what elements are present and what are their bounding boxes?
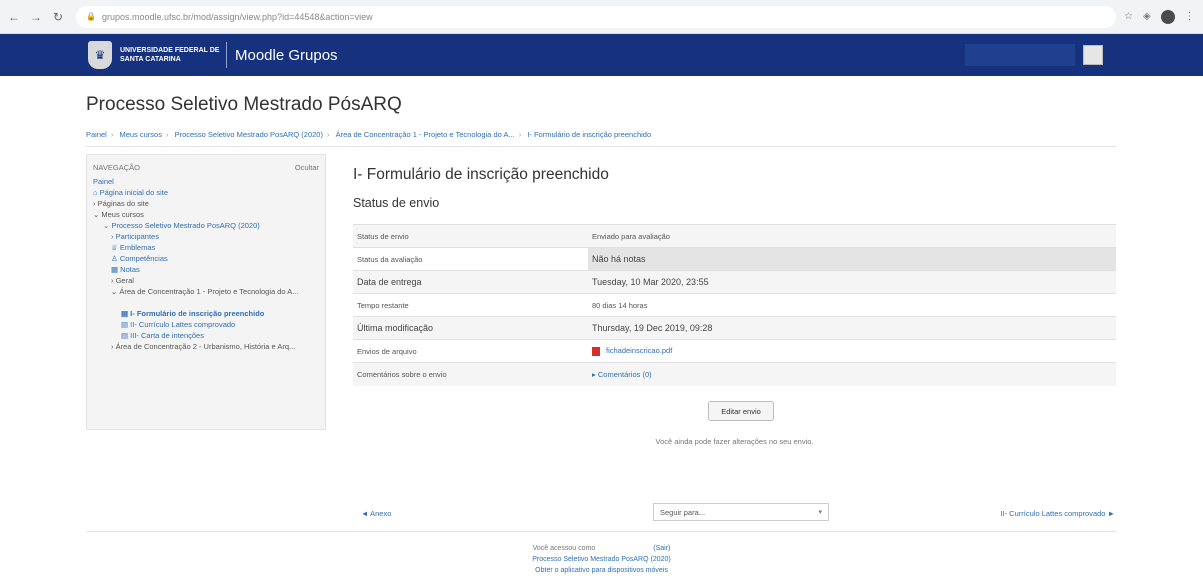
university-crest-icon[interactable]: ♛ <box>88 41 112 69</box>
mobile-app-link[interactable]: Obter o aplicativo para dispositivos móv… <box>0 565 1203 576</box>
breadcrumb-item[interactable]: I- Formulário de inscrição preenchido <box>527 130 651 139</box>
nav-item-dashboard[interactable]: Painel <box>93 176 319 187</box>
next-activity-link[interactable]: II- Currículo Lattes comprovado ► <box>1000 509 1115 518</box>
top-navbar: ♛ UNIVERSIDADE FEDERAL DE SANTA CATARINA… <box>0 34 1203 76</box>
header-divider <box>86 146 1116 147</box>
breadcrumb-item[interactable]: Processo Seletivo Mestrado PosARQ (2020) <box>175 130 323 139</box>
nav-item-area-1[interactable]: ⌄ Área de Concentração 1 - Projeto e Tec… <box>93 286 319 308</box>
nav-item-course[interactable]: ⌄ Processo Seletivo Mestrado PosARQ (202… <box>93 220 319 231</box>
nav-item-my-courses[interactable]: ⌄ Meus cursos <box>93 209 319 220</box>
assignment-icon: ▤ <box>121 331 131 340</box>
nav-item-form-active[interactable]: ▤ I- Formulário de inscrição preenchido <box>93 308 319 319</box>
row-label: Data de entrega <box>353 270 588 294</box>
table-row: Status da avaliação Não há notas <box>353 247 1116 271</box>
nav-item-grades[interactable]: ▦ Notas <box>93 264 319 275</box>
row-value: Enviado para avaliação <box>588 224 1116 248</box>
row-label: Envios de arquivo <box>353 339 588 363</box>
jump-to-label: Seguir para... <box>660 507 706 517</box>
breadcrumb-item[interactable]: Área de Concentração 1 - Projeto e Tecno… <box>336 130 515 139</box>
logout-link[interactable]: (Sair) <box>653 545 670 552</box>
back-icon[interactable]: ← <box>6 9 22 25</box>
user-avatar[interactable] <box>1083 45 1103 65</box>
address-bar[interactable]: 🔒 grupos.moodle.ufsc.br/mod/assign/view.… <box>76 5 1116 28</box>
forward-icon[interactable]: → <box>28 9 44 25</box>
comments-link[interactable]: Comentários (0) <box>598 370 652 379</box>
table-row: Última modificação Thursday, 19 Dec 2019… <box>353 316 1116 340</box>
url-text: grupos.moodle.ufsc.br/mod/assign/view.ph… <box>101 11 373 22</box>
nav-item-participants[interactable]: › Participantes <box>93 231 319 242</box>
grades-icon: ▦ <box>111 265 121 274</box>
table-row: Envios de arquivo fichadeinscricao.pdf <box>353 339 1116 363</box>
nav-item-competencies[interactable]: ♙ Competências <box>93 253 319 264</box>
row-label: Última modificação <box>353 316 588 340</box>
badge-icon: ♕ <box>111 243 120 252</box>
row-label: Tempo restante <box>353 293 588 317</box>
row-value: Não há notas <box>588 247 1116 271</box>
pdf-icon <box>592 346 600 356</box>
nav-item-badges[interactable]: ♕ Emblemas <box>93 242 319 253</box>
assignment-icon: ▤ <box>121 320 131 329</box>
comments-cell: ▸ Comentários (0) <box>588 362 1116 386</box>
navigation-heading: NAVEGAÇÃO <box>93 163 140 172</box>
browser-toolbar: ← → ↻ 🔒 grupos.moodle.ufsc.br/mod/assign… <box>0 0 1203 34</box>
file-submission-cell: fichadeinscricao.pdf <box>588 339 1116 363</box>
breadcrumb: Painel › Meus cursos › Processo Seletivo M… <box>86 130 652 139</box>
nav-item-area-2[interactable]: › Área de Concentração 2 - Urbanismo, Hi… <box>93 341 319 363</box>
row-label: Comentários sobre o envio <box>353 362 588 386</box>
jump-to-select[interactable]: Seguir para... ▾ <box>653 503 829 521</box>
submission-status-heading: Status de envio <box>353 196 440 210</box>
row-label: Status da avaliação <box>353 247 588 271</box>
star-icon[interactable]: ☆ <box>1124 11 1133 22</box>
row-value: 80 dias 14 horas <box>588 293 1116 317</box>
nav-item-lattes[interactable]: ▤ II- Currículo Lattes comprovado <box>93 319 319 330</box>
navbar-divider <box>226 42 227 68</box>
submitted-file-link[interactable]: fichadeinscricao.pdf <box>606 346 672 355</box>
extension-icon[interactable]: ◈ <box>1143 11 1151 22</box>
page-title: Processo Seletivo Mestrado PósARQ <box>86 94 402 115</box>
row-label: Status de envio <box>353 224 588 248</box>
footer-divider <box>86 531 1116 532</box>
lock-icon: 🔒 <box>86 12 96 21</box>
breadcrumb-item[interactable]: Meus cursos <box>119 130 162 139</box>
reload-icon[interactable]: ↻ <box>50 9 66 25</box>
footer-course-link[interactable]: Processo Seletivo Mestrado PosARQ (2020) <box>0 554 1203 565</box>
nav-item-site-home[interactable]: ⌂ Página inicial do site <box>93 187 319 198</box>
profile-avatar[interactable] <box>1160 9 1175 24</box>
home-icon: ⌂ <box>93 188 100 197</box>
assignment-icon: ▤ <box>121 309 131 318</box>
menu-icon[interactable]: ⋮ <box>1185 11 1195 22</box>
competency-icon: ♙ <box>111 254 120 263</box>
breadcrumb-item[interactable]: Painel <box>86 130 107 139</box>
row-value: Tuesday, 10 Mar 2020, 23:55 <box>588 270 1116 294</box>
logged-in-text: Você acessou como <box>532 545 596 552</box>
site-name[interactable]: Moodle Grupos <box>235 47 338 64</box>
submission-status-table: Status de envio Enviado para avaliação S… <box>353 224 1116 386</box>
nav-item-site-pages[interactable]: › Páginas do site <box>93 198 319 209</box>
dropdown-arrow-icon: ▾ <box>818 509 822 516</box>
table-row: Tempo restante 80 dias 14 horas <box>353 293 1116 317</box>
nav-item-general[interactable]: › Geral <box>93 275 319 286</box>
nav-item-letter[interactable]: ▤ III- Carta de intenções <box>93 330 319 341</box>
navigation-block: NAVEGAÇÃO Ocultar Painel ⌂ Página inicia… <box>86 154 326 430</box>
university-name: UNIVERSIDADE FEDERAL DE SANTA CATARINA <box>120 47 220 63</box>
table-row: Data de entrega Tuesday, 10 Mar 2020, 23… <box>353 270 1116 294</box>
assignment-heading: I- Formulário de inscrição preenchido <box>353 166 609 183</box>
page-footer: Você acessou como (Sair) Processo Seletiv… <box>0 543 1203 576</box>
submission-info-text: Você ainda pode fazer alterações no seu … <box>655 437 814 446</box>
previous-activity-link[interactable]: ◄ Anexo <box>361 509 391 518</box>
table-row: Comentários sobre o envio ▸ Comentários … <box>353 362 1116 386</box>
hide-block-link[interactable]: Ocultar <box>295 163 319 172</box>
table-row: Status de envio Enviado para avaliação <box>353 224 1116 248</box>
navbar-user-menu[interactable] <box>965 44 1075 66</box>
row-value: Thursday, 19 Dec 2019, 09:28 <box>588 316 1116 340</box>
edit-submission-button[interactable]: Editar envio <box>708 401 774 421</box>
